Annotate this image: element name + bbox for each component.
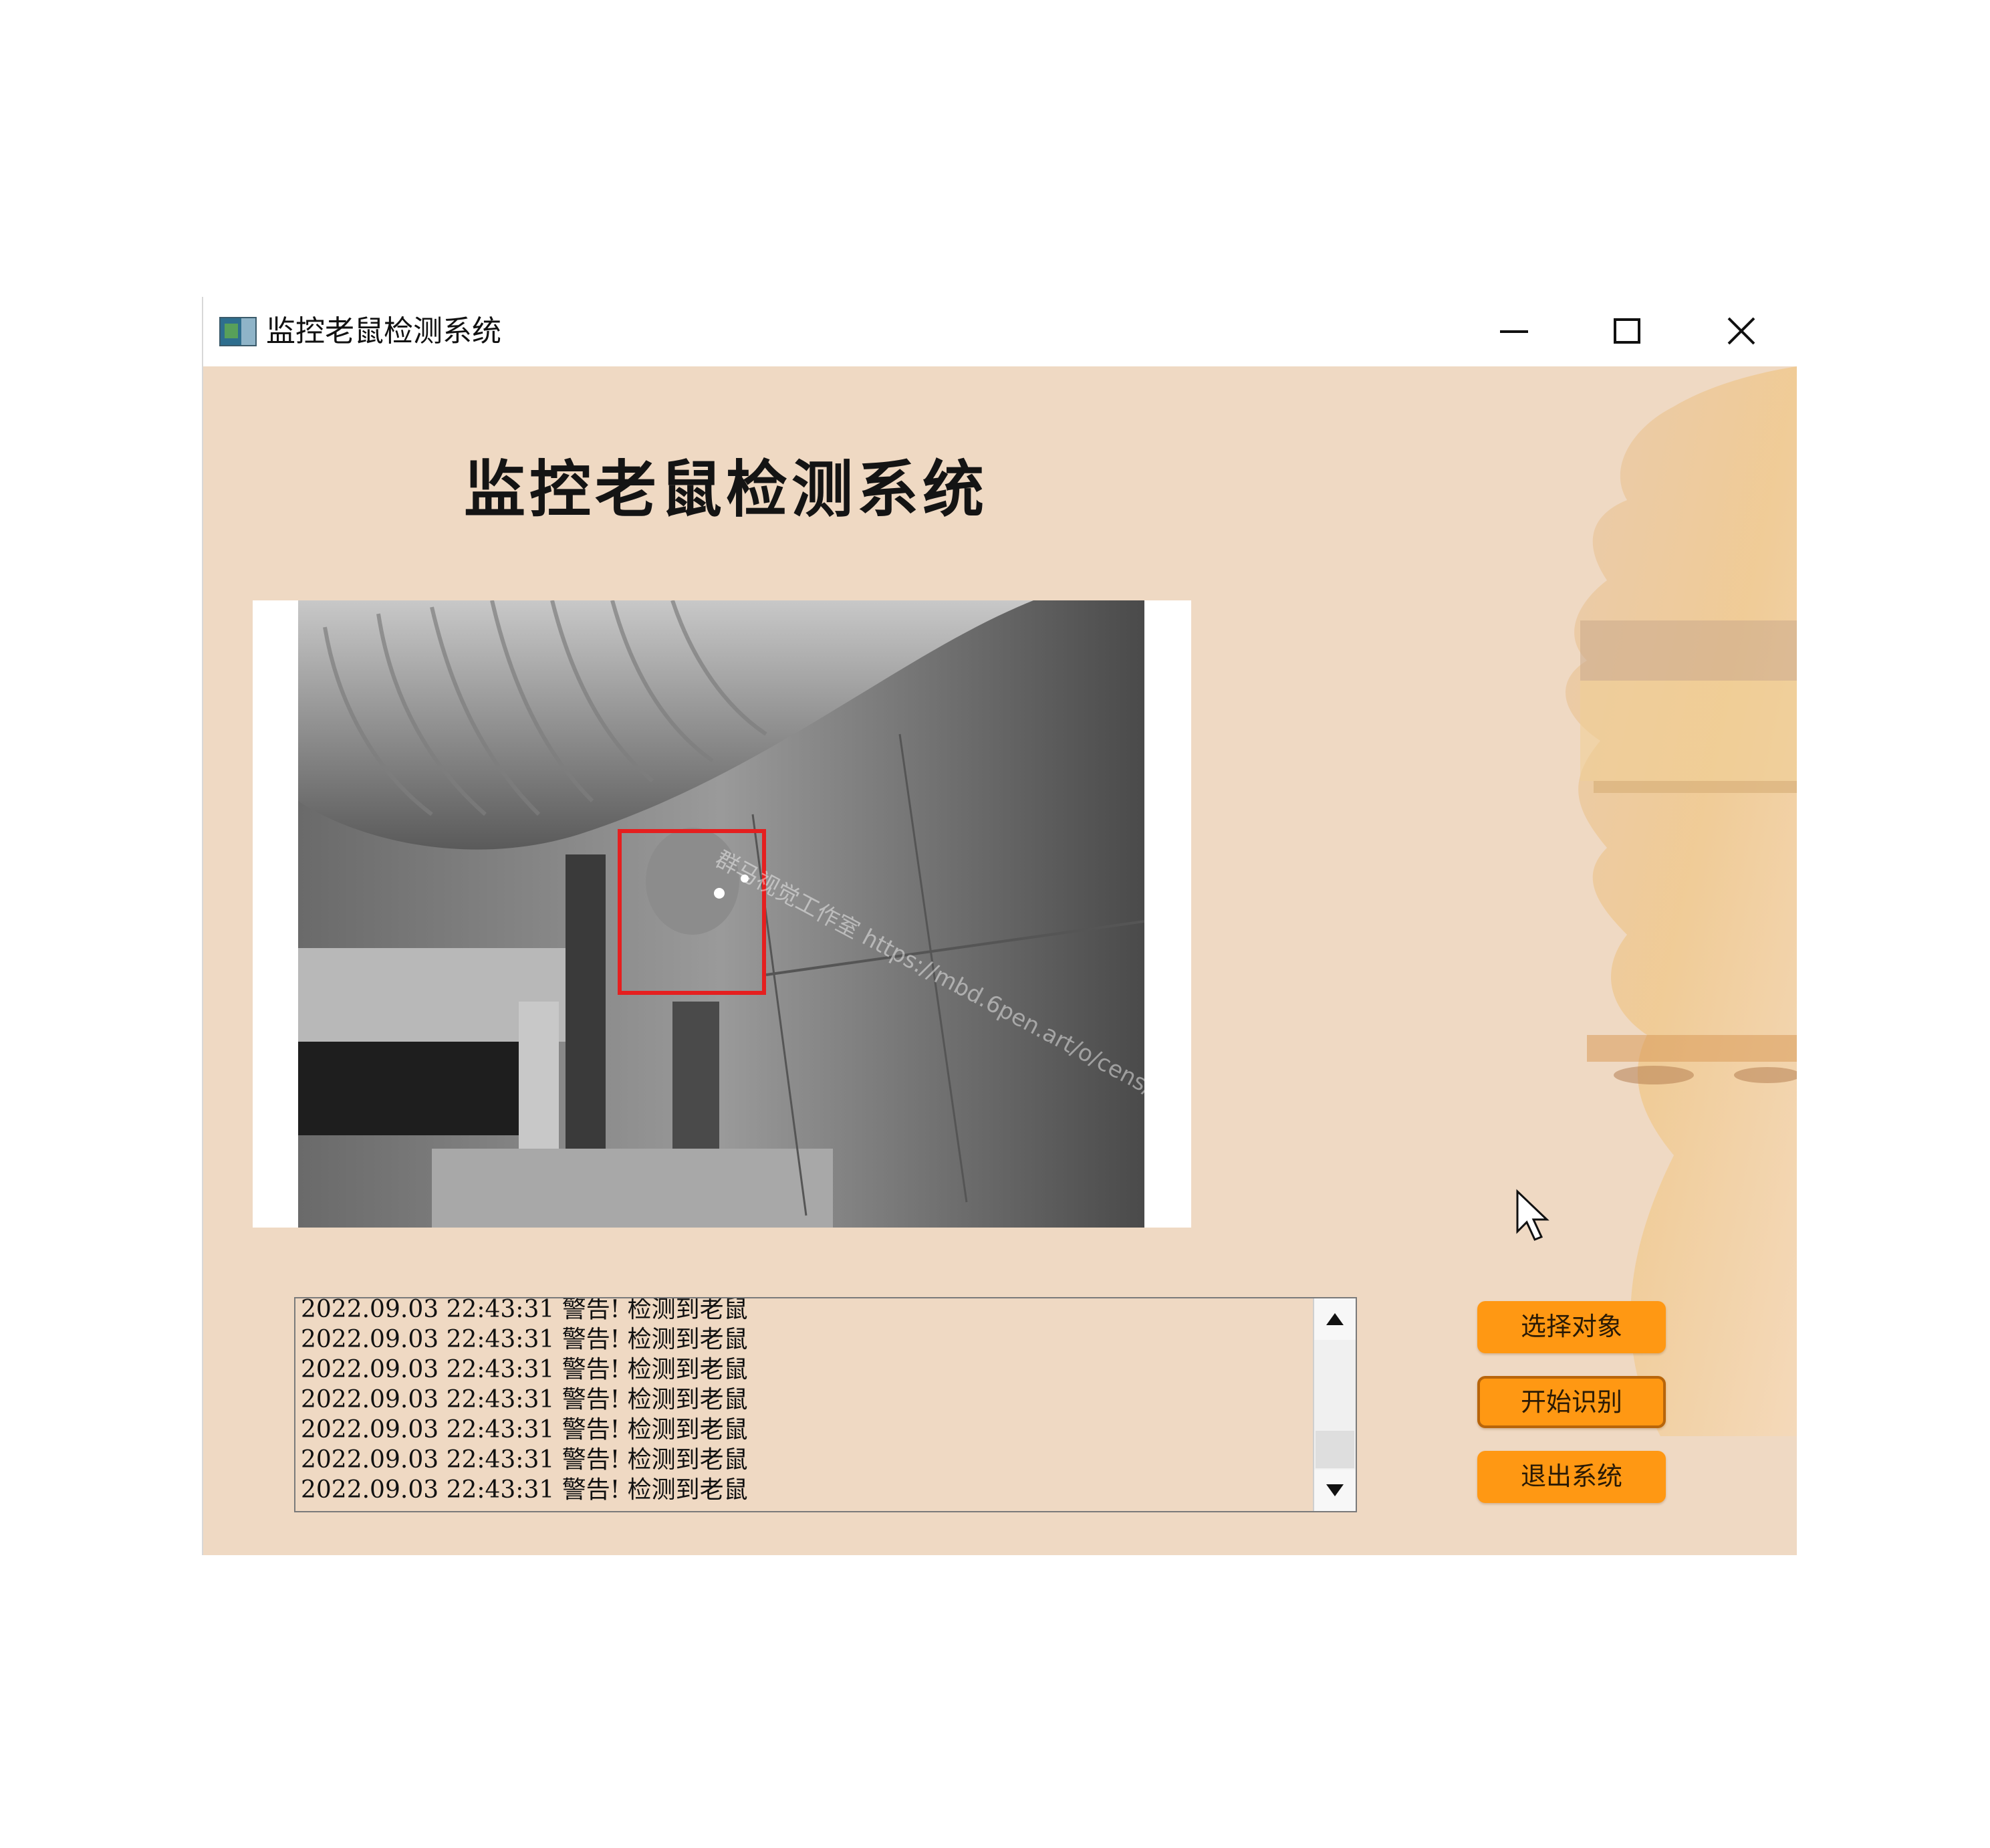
app-icon	[219, 317, 257, 346]
log-line: 2022.09.03 22:43:31 警告! 检测到老鼠	[301, 1356, 748, 1383]
close-button[interactable]	[1685, 297, 1798, 366]
detection-log[interactable]: 2022.09.03 22:43:31 警告! 检测到老鼠 2022.09.03…	[294, 1297, 1357, 1512]
log-lines: 2022.09.03 22:43:31 警告! 检测到老鼠 2022.09.03…	[301, 1297, 1303, 1505]
select-object-button[interactable]: 选择对象	[1477, 1301, 1666, 1353]
camera-feed: 群马视觉工作室 https://mbd.6pen.art/o/cens/	[298, 600, 1144, 1228]
maximize-button[interactable]	[1571, 297, 1685, 366]
minimize-icon	[1500, 330, 1528, 333]
window-title: 监控老鼠检测系统	[266, 314, 501, 348]
log-line: 2022.09.03 22:43:31 警告! 检测到老鼠	[301, 1326, 748, 1353]
log-line: 2022.09.03 22:43:31 警告! 检测到老鼠	[301, 1297, 748, 1323]
scroll-up-button[interactable]	[1314, 1298, 1356, 1340]
page-heading: 监控老鼠检测系统	[464, 454, 989, 526]
arrow-down-icon	[1326, 1484, 1344, 1496]
scroll-thumb[interactable]	[1316, 1431, 1354, 1468]
scroll-down-button[interactable]	[1314, 1470, 1356, 1511]
main-panel: 监控老鼠检测系统 群马视觉工作室 https://mbd.6pen.art/o/…	[203, 366, 1797, 1555]
video-frame: 群马视觉工作室 https://mbd.6pen.art/o/cens/	[253, 600, 1191, 1228]
log-line: 2022.09.03 22:43:31 警告! 检测到老鼠	[301, 1446, 748, 1474]
background-illustration	[1565, 366, 1797, 1436]
log-line: 2022.09.03 22:43:31 警告! 检测到老鼠	[301, 1416, 748, 1443]
title-bar[interactable]: 监控老鼠检测系统	[203, 297, 1797, 366]
arrow-up-icon	[1326, 1313, 1344, 1325]
exit-system-button[interactable]: 退出系统	[1477, 1451, 1666, 1503]
log-line: 2022.09.03 22:43:31 警告! 检测到老鼠	[301, 1386, 748, 1413]
mouse-cursor-icon	[1516, 1189, 1549, 1241]
close-icon	[1727, 317, 1755, 345]
app-window: 监控老鼠检测系统 监控老鼠检测系统 群马视觉工作室 https://mbd.6p…	[202, 297, 1797, 1555]
maximize-icon	[1614, 318, 1640, 344]
log-scrollbar[interactable]	[1313, 1298, 1356, 1511]
minimize-button[interactable]	[1457, 297, 1571, 366]
start-recognition-button[interactable]: 开始识别	[1477, 1376, 1666, 1428]
log-line: 2022.09.03 22:43:31 警告! 检测到老鼠	[301, 1476, 748, 1504]
